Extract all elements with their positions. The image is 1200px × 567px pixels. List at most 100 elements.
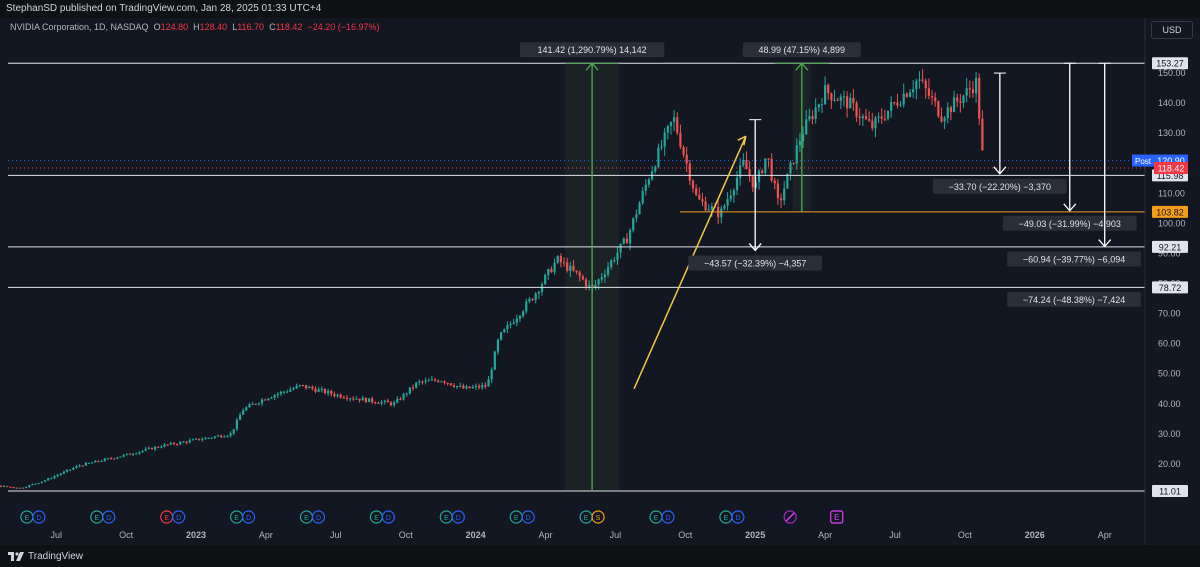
candle-body [116, 457, 119, 459]
candle-body [229, 433, 232, 436]
x-tick-label: Oct [678, 530, 693, 540]
candle-body [707, 209, 710, 211]
candle-body [553, 262, 556, 273]
candle-body [84, 462, 88, 466]
candle-body [223, 436, 226, 438]
candle-body [622, 238, 625, 244]
candle-body [185, 441, 188, 443]
candle-body [402, 393, 405, 400]
candle-body [308, 386, 311, 389]
candle-body [745, 159, 748, 170]
candle-body [446, 382, 449, 384]
candle-body [87, 462, 91, 464]
candle-body [981, 118, 984, 151]
price-chart[interactable]: 141.42 (1,290.79%) 14,142 48.99 (47.15%) … [0, 0, 1200, 545]
candle-body [673, 117, 676, 122]
candle-body [81, 465, 84, 467]
candle-body [842, 96, 846, 98]
candle-body [304, 385, 308, 389]
candle-body [43, 480, 47, 482]
candle-body [871, 120, 874, 129]
candle-body [201, 439, 204, 441]
candle-body [962, 95, 965, 103]
candle-body [191, 439, 194, 441]
candle-body [427, 380, 430, 382]
tradingview-logo[interactable]: TradingView [8, 551, 83, 562]
candle-body [216, 435, 220, 437]
split-icon-slash [785, 512, 795, 522]
candle-body [176, 444, 179, 446]
candle-body [685, 154, 688, 164]
candle-body [238, 414, 242, 420]
candle-body [56, 474, 59, 477]
candle-body [97, 460, 100, 462]
candle-body [37, 482, 40, 484]
candle-body [147, 447, 150, 449]
candle-body [846, 96, 849, 109]
candle-body [276, 393, 279, 396]
candle-body [182, 441, 185, 443]
candle-body [157, 446, 160, 448]
candle-body [886, 110, 890, 119]
candle-body [21, 487, 25, 489]
candle-body [468, 386, 471, 389]
candle-body [641, 191, 644, 204]
candle-body [336, 394, 339, 396]
price-axis: 20.0030.0040.0050.0060.0070.0080.0090.00… [1132, 18, 1200, 545]
candle-body [688, 163, 691, 181]
x-tick-label: Apr [259, 530, 273, 540]
candle-body [34, 483, 37, 485]
candle-body [540, 284, 544, 292]
candle-body [496, 339, 500, 352]
candle-body [852, 98, 855, 104]
candle-body [279, 391, 283, 394]
earnings-letter: E [304, 515, 309, 522]
candle-body [971, 89, 975, 94]
candle-body [701, 199, 704, 202]
candle-body [751, 176, 754, 188]
candle-body [393, 402, 396, 405]
candle-body [188, 440, 191, 443]
candle-body [109, 458, 113, 460]
candle-body [160, 446, 163, 448]
candle-body [544, 274, 547, 285]
candle-body [779, 198, 783, 201]
candle-body [786, 173, 789, 189]
dividend-letter: D [735, 515, 740, 522]
footer-bar [0, 545, 1200, 567]
candle-body [28, 485, 31, 488]
measure-label: 48.99 (47.15%) 4,899 [759, 45, 846, 55]
candle-body [789, 162, 792, 174]
currency-button[interactable]: USD [1151, 21, 1193, 39]
candles-layer [0, 63, 984, 491]
candle-body [660, 146, 663, 148]
candle-body [53, 476, 56, 479]
candle-body [937, 101, 940, 117]
candle-body [610, 260, 613, 268]
candle-body [317, 389, 320, 392]
candle-body [430, 379, 434, 381]
earnings-letter: E [164, 515, 169, 522]
candle-body [704, 201, 707, 211]
candle-body [361, 397, 364, 401]
candle-body [65, 469, 69, 472]
candle-body [880, 116, 883, 119]
candle-body [352, 398, 355, 400]
candle-body [833, 99, 836, 101]
candle-body [490, 369, 493, 380]
candle-body [31, 484, 34, 486]
x-tick-label: 2026 [1025, 530, 1045, 540]
candle-body [282, 391, 286, 393]
candle-body [858, 116, 861, 119]
symbol-legend[interactable]: NVIDIA Corporation, 1D, NASDAQ O124.80 H… [10, 22, 380, 32]
candle-body [770, 158, 773, 181]
candle-body [220, 435, 223, 438]
candle-body [959, 101, 962, 103]
candle-body [345, 397, 349, 399]
candle-body [194, 438, 198, 440]
x-tick-label: Jul [50, 530, 62, 540]
candle-body [534, 293, 537, 301]
candle-body [824, 84, 827, 105]
candle-body [204, 437, 207, 440]
candle-body [128, 453, 132, 455]
